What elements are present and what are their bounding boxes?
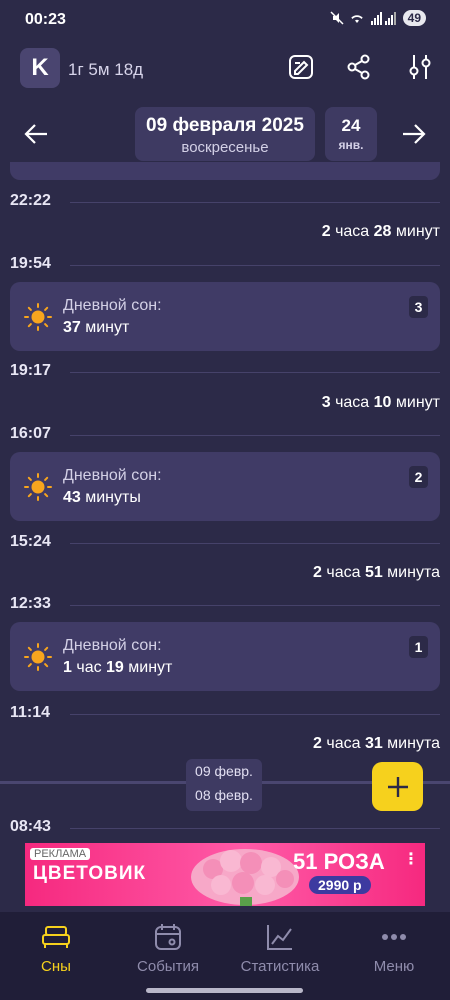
battery-level: 49 [402, 10, 426, 26]
home-indicator[interactable] [146, 988, 303, 993]
awake-duration: 2 часа 31 минута [313, 735, 440, 752]
avatar[interactable]: K [20, 48, 60, 88]
time-marker: 11:14 [10, 704, 440, 728]
day-chip-bottom: 08 февр. [195, 787, 253, 803]
jump-date-day: 24 [341, 116, 361, 135]
sun-icon [24, 303, 52, 331]
bed-icon [42, 926, 70, 948]
child-age: 1г 5м 18д [68, 60, 144, 79]
ad-offer: 51 РОЗА [293, 849, 385, 874]
time-marker: 19:17 [10, 362, 440, 386]
chart-icon [267, 925, 292, 950]
day-boundary-chip: 09 февр. 08 февр. [186, 759, 262, 811]
filter-sliders-icon[interactable] [405, 52, 435, 82]
sun-icon [24, 643, 52, 671]
bottom-navigation: Сны События Статистика Меню [0, 912, 450, 1000]
nav-item-sleep[interactable]: Сны [0, 920, 112, 975]
edit-note-icon[interactable] [286, 52, 316, 82]
add-event-button[interactable] [372, 762, 423, 811]
time-marker: 08:43 [10, 818, 440, 842]
nap-card[interactable]: Дневной сон: 43 минуты 2 [10, 452, 440, 521]
awake-duration: 2 часа 51 минута [313, 564, 440, 581]
day-chip-top: 09 февр. [195, 763, 253, 779]
nav-item-menu[interactable]: Меню [338, 920, 450, 975]
nap-label: Дневной сон: [63, 297, 162, 314]
jump-date-button[interactable]: 24 янв. [325, 107, 377, 161]
current-weekday: воскресенье [181, 139, 269, 156]
time-marker: 16:07 [10, 425, 440, 449]
awake-duration: 3 часа 10 минут [321, 394, 440, 411]
nap-duration: 37 минут [63, 319, 130, 336]
status-icons: 49 [330, 10, 426, 26]
nav-item-statistics[interactable]: Статистика [224, 920, 336, 975]
date-bar: 09 февраля 2025 воскресенье 24 янв. [0, 107, 450, 163]
nav-label: События [137, 958, 199, 975]
awake-duration: 2 часа 28 минут [321, 223, 440, 240]
next-day-arrow-icon[interactable] [399, 119, 429, 149]
nap-label: Дневной сон: [63, 467, 162, 484]
more-icon [382, 934, 406, 940]
time-marker: 12:33 [10, 595, 440, 619]
nap-card[interactable]: Дневной сон: 1 час 19 минут 1 [10, 622, 440, 691]
current-date: 09 февраля 2025 [146, 115, 304, 136]
current-date-button[interactable]: 09 февраля 2025 воскресенье [135, 107, 315, 161]
sun-icon [24, 473, 52, 501]
wifi-icon [350, 15, 363, 23]
nap-duration: 43 минуты [63, 489, 141, 506]
time-marker: 15:24 [10, 533, 440, 557]
nav-label: Статистика [240, 958, 320, 975]
time-marker: 22:22 [10, 192, 440, 216]
ad-banner[interactable]: РЕКЛАМА ЦВЕТОВИК 51 РОЗА 2990 р ⋮ [25, 843, 425, 906]
ad-more-icon[interactable]: ⋮ [403, 849, 419, 869]
nap-label: Дневной сон: [63, 637, 162, 654]
ad-price: 2990 р [309, 876, 371, 894]
nap-count-badge: 1 [409, 636, 428, 658]
plus-icon [387, 776, 408, 797]
mute-icon [330, 11, 344, 25]
status-time: 00:23 [25, 11, 66, 28]
partial-event-card[interactable] [10, 162, 440, 180]
signal-icon [370, 11, 396, 25]
time-marker: 19:54 [10, 255, 440, 279]
jump-date-month: янв. [338, 138, 364, 152]
ad-tag: РЕКЛАМА [30, 848, 91, 860]
nap-duration: 1 час 19 минут [63, 659, 173, 676]
nav-item-events[interactable]: События [112, 920, 224, 975]
share-icon[interactable] [344, 52, 374, 82]
rose-bouquet-image [191, 849, 299, 906]
calendar-icon [155, 924, 181, 950]
nav-label: Сны [41, 958, 71, 975]
previous-day-arrow-icon[interactable] [21, 119, 51, 149]
status-bar: 00:23 49 [0, 0, 450, 40]
nav-label: Меню [373, 958, 415, 975]
nap-count-badge: 2 [409, 466, 428, 488]
nap-count-badge: 3 [409, 296, 428, 318]
ad-brand: ЦВЕТОВИК [33, 863, 147, 884]
top-bar: K 1г 5м 18д [0, 46, 450, 92]
nap-card[interactable]: Дневной сон: 37 минут 3 [10, 282, 440, 351]
